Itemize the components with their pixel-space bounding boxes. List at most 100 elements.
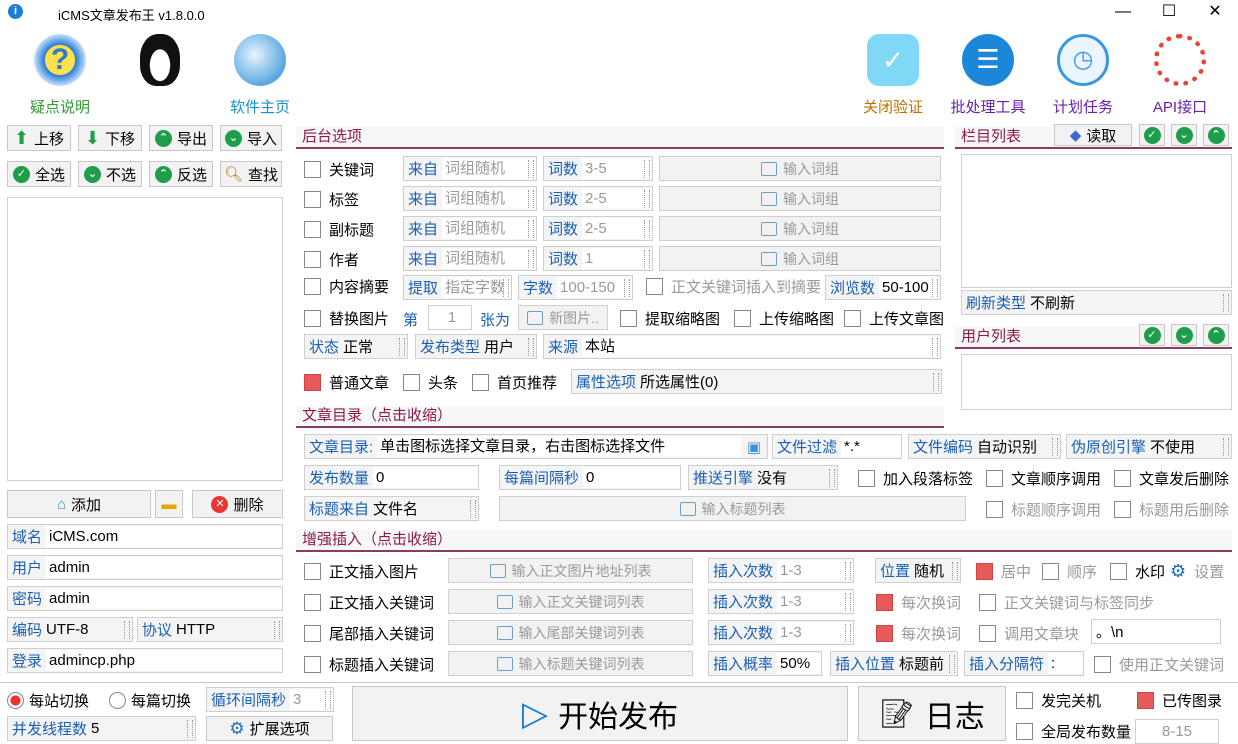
source-field[interactable]: 来源 本站 [543, 334, 941, 359]
title-keyword-checkbox[interactable]: 标题插入关键词 [304, 654, 434, 675]
article-dir-field[interactable]: 文章目录: 单击图标选择文章目录，右击图标选择文件 ▣ [304, 434, 768, 459]
shutdown-checkbox[interactable]: 发完关机 [1016, 690, 1101, 711]
title-delete-checkbox[interactable]: 标题用后删除 [1114, 499, 1229, 520]
move-down-button[interactable]: ⬇ 下移 [78, 125, 142, 151]
kw-row-count[interactable]: 词数 2-5 [543, 186, 653, 211]
kw-row-source[interactable]: 来自 词组随机 [403, 186, 537, 211]
kw-row-checkbox[interactable]: 关键词 [304, 159, 374, 180]
kw-row-input-button[interactable]: 输入词组 [659, 156, 941, 181]
start-publish-button[interactable]: ▷ 开始发布 [352, 686, 848, 741]
insert-count-3[interactable]: 插入次数 1-3 [708, 620, 854, 645]
category-list[interactable] [961, 154, 1232, 288]
insert-probability-field[interactable]: 插入概率 50% [708, 651, 822, 676]
insert-count-1[interactable]: 插入次数 1-3 [708, 558, 854, 583]
home-button[interactable]: 软件主页 [220, 28, 300, 116]
kw-row-checkbox[interactable]: 作者 [304, 249, 359, 270]
article-order-checkbox[interactable]: 文章顺序调用 [986, 468, 1101, 489]
each-site-radio[interactable]: 每站切换 [7, 690, 89, 711]
publish-count-field[interactable]: 发布数量 0 [304, 465, 479, 490]
delete-site-button[interactable]: ✕ 删除 [192, 490, 283, 518]
insert-count-2[interactable]: 插入次数 1-3 [708, 589, 854, 614]
delete-after-checkbox[interactable]: 文章发后删除 [1114, 468, 1229, 489]
password-field[interactable]: 密码 admin [7, 586, 283, 611]
headline-checkbox[interactable]: 头条 [403, 372, 458, 393]
file-encoding-select[interactable]: 文件编码 自动识别 [908, 434, 1061, 459]
loop-interval-field[interactable]: 循环间隔秒 3 [206, 687, 334, 712]
thumb-upload-checkbox[interactable]: 上传缩略图 [734, 308, 834, 329]
close-button[interactable]: ✕ [1192, 0, 1238, 26]
find-button[interactable]: 🔍︎ 查找 [220, 161, 282, 187]
block-separator-field[interactable]: 。\n [1091, 619, 1221, 644]
move-up-button[interactable]: ⬆ 上移 [7, 125, 71, 151]
status-select[interactable]: 状态 正常 [304, 334, 408, 359]
kw-row-checkbox[interactable]: 标签 [304, 189, 359, 210]
attributes-select[interactable]: 属性选项 所选属性(0) [571, 369, 942, 394]
qq-button[interactable] [125, 28, 195, 116]
encoding-select[interactable]: 编码 UTF-8 [7, 617, 133, 642]
publish-type-select[interactable]: 发布类型 用户 [415, 334, 537, 359]
upload-image-checkbox[interactable]: 上传文章图 [844, 308, 944, 329]
title-list-button[interactable]: 输入标题列表 [499, 496, 966, 521]
global-count-field[interactable]: 8-15 [1135, 719, 1219, 744]
replace-image-checkbox[interactable]: 替换图片 [304, 308, 389, 329]
normal-article-checkbox[interactable]: 普通文章 [304, 372, 389, 393]
extend-options-button[interactable]: ⚙ 扩展选项 [206, 716, 333, 741]
site-list[interactable] [7, 197, 283, 481]
domain-field[interactable]: 域名 iCMS.com [7, 524, 283, 549]
file-filter-field[interactable]: 文件过滤 *.* [772, 434, 902, 459]
keyword-tag-sync-checkbox[interactable]: 正文关键词与标签同步 [979, 592, 1154, 613]
user-list[interactable] [961, 354, 1232, 410]
sequence-checkbox[interactable]: 顺序 [1042, 561, 1097, 582]
article-dir-header[interactable]: 文章目录（点击收缩） [296, 406, 944, 428]
cat-up-button[interactable]: ⌃ [1203, 124, 1229, 146]
paragraph-tag-checkbox[interactable]: 加入段落标签 [858, 468, 973, 489]
select-none-button[interactable]: ⌄ 不选 [78, 161, 142, 187]
user-down-button[interactable]: ⌄ [1171, 324, 1197, 346]
api-button[interactable]: API接口 [1140, 28, 1220, 116]
title-order-checkbox[interactable]: 标题顺序调用 [986, 499, 1101, 520]
global-count-checkbox[interactable]: 全局发布数量 [1016, 721, 1131, 742]
kw-to-summary-checkbox[interactable]: 正文关键词插入到摘要 [646, 276, 821, 297]
log-button[interactable]: 📝︎ 日志 [858, 686, 1006, 741]
use-body-keyword-checkbox[interactable]: 使用正文关键词 [1094, 654, 1224, 675]
thumb-extract-checkbox[interactable]: 提取缩略图 [620, 308, 720, 329]
thread-count-select[interactable]: 并发线程数 5 [7, 716, 196, 741]
invert-button[interactable]: ⌃ 反选 [149, 161, 213, 187]
user-field[interactable]: 用户 admin [7, 555, 283, 580]
center-checkbox[interactable]: 居中 [976, 561, 1031, 582]
each-swap-checkbox-1[interactable]: 每次换词 [876, 592, 961, 613]
body-image-list-button[interactable]: 输入正文图片地址列表 [448, 558, 693, 583]
user-check-button[interactable]: ✓ [1139, 324, 1165, 346]
each-swap-checkbox-2[interactable]: 每次换词 [876, 623, 961, 644]
pseudo-engine-select[interactable]: 伪原创引擎 不使用 [1066, 434, 1232, 459]
cat-down-button[interactable]: ⌄ [1171, 124, 1197, 146]
import-button[interactable]: ⌄ 导入 [220, 125, 282, 151]
body-image-checkbox[interactable]: 正文插入图片 [304, 561, 419, 582]
views-field[interactable]: 浏览数 50-100 [825, 275, 941, 300]
interval-field[interactable]: 每篇间隔秒 0 [499, 465, 681, 490]
select-all-button[interactable]: ✓ 全选 [7, 161, 71, 187]
uploaded-images-checkbox[interactable]: 已传图录 [1137, 690, 1222, 711]
minimize-button[interactable]: — [1100, 0, 1146, 26]
user-up-button[interactable]: ⌃ [1203, 324, 1229, 346]
cat-check-button[interactable]: ✓ [1139, 124, 1165, 146]
export-button[interactable]: ⌃ 导出 [149, 125, 213, 151]
backend-header[interactable]: 后台选项 [296, 127, 944, 149]
kw-row-source[interactable]: 来自 词组随机 [403, 246, 537, 271]
kw-row-source[interactable]: 来自 词组随机 [403, 156, 537, 181]
body-keyword-list-button[interactable]: 输入正文关键词列表 [448, 589, 693, 614]
kw-row-source[interactable]: 来自 词组随机 [403, 216, 537, 241]
batch-tool-button[interactable]: ☰ 批处理工具 [945, 28, 1031, 116]
read-button[interactable]: ◆ 读取 [1054, 124, 1132, 146]
watermark-checkbox[interactable]: 水印 [1110, 561, 1165, 582]
position-select[interactable]: 位置 随机 [875, 558, 961, 583]
each-post-radio[interactable]: 每篇切换 [109, 690, 191, 711]
refresh-type-select[interactable]: 刷新类型 不刷新 [961, 290, 1232, 315]
new-image-button[interactable]: 新图片.. [518, 305, 608, 330]
folder-button[interactable]: ▬ [155, 490, 183, 518]
summary-checkbox[interactable]: 内容摘要 [304, 276, 389, 297]
maximize-button[interactable]: ☐ [1146, 0, 1192, 26]
insert-separator-field[interactable]: 插入分隔符: [964, 651, 1084, 676]
enhance-header[interactable]: 增强插入（点击收缩） [296, 530, 1232, 552]
faq-button[interactable]: ? 疑点说明 [20, 28, 100, 116]
